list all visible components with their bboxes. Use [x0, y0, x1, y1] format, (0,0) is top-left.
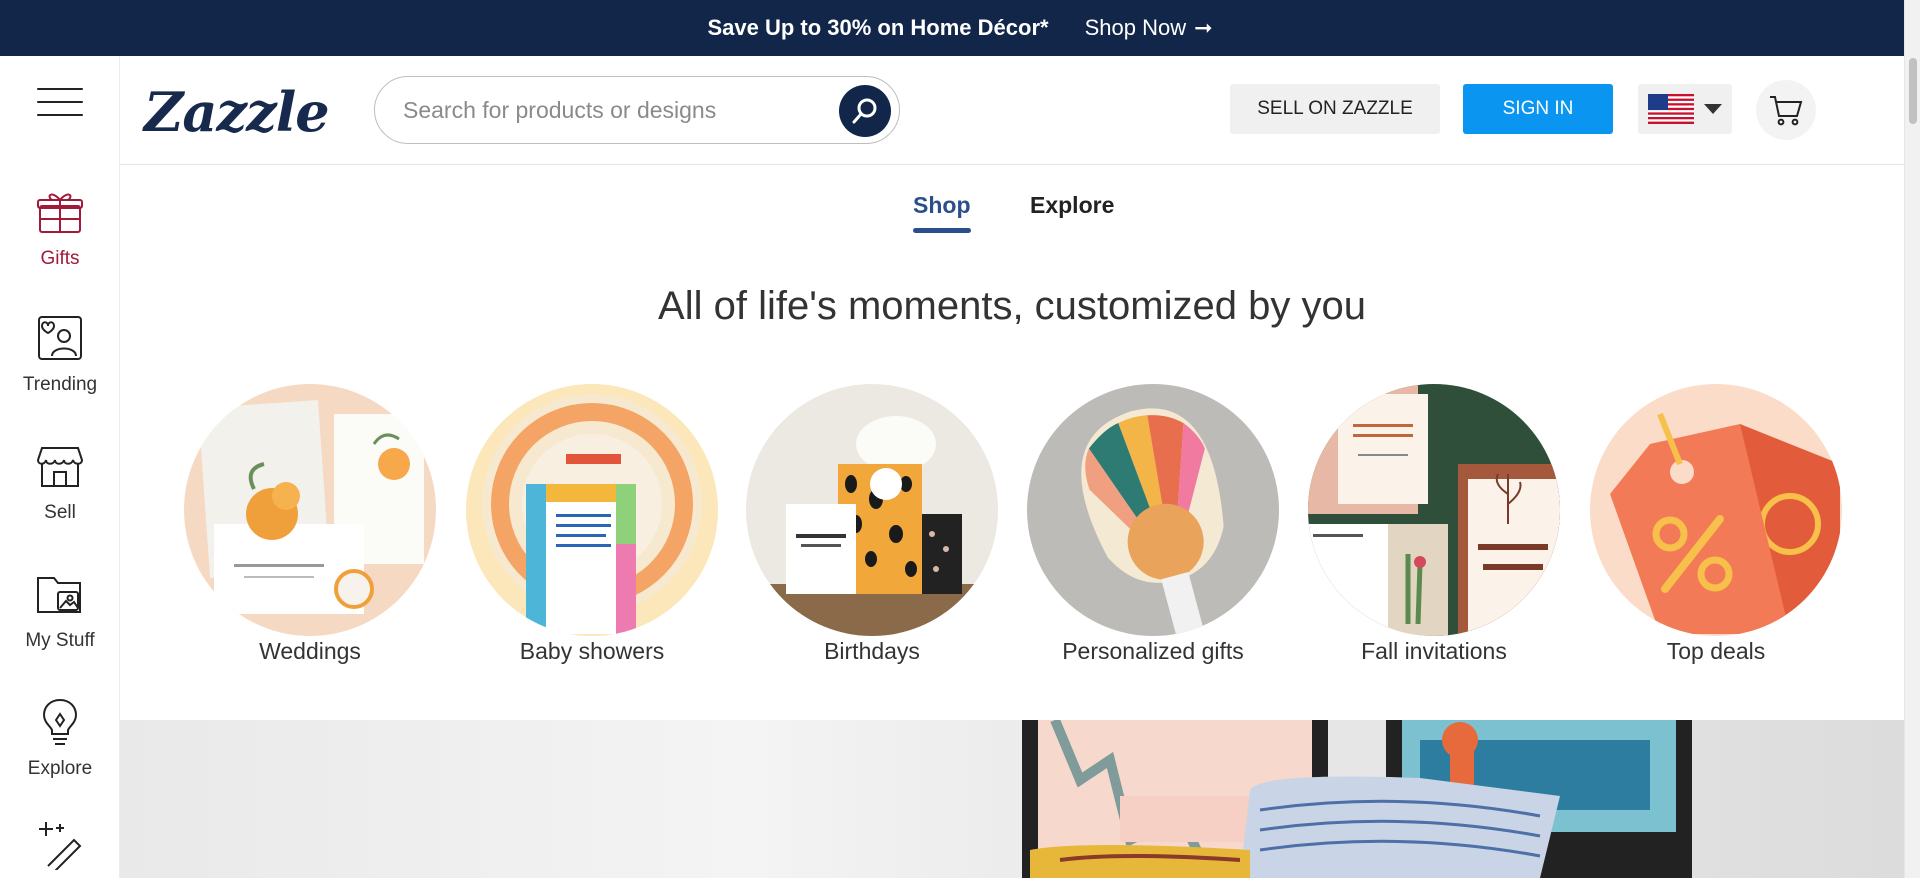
sidebar-item-label: Explore	[27, 758, 93, 779]
arrow-right-icon: ➞	[1194, 15, 1213, 40]
sidebar-item-label: Trending	[22, 374, 98, 395]
category-top-deals[interactable]: Top deals	[1590, 384, 1842, 665]
chevron-down-icon	[1704, 104, 1722, 114]
sidebar-item-explore[interactable]: Explore	[0, 696, 120, 806]
category-personalized-gifts[interactable]: Personalized gifts	[1027, 384, 1279, 665]
personalized-gifts-image	[1027, 384, 1279, 636]
category-weddings[interactable]: Weddings	[184, 384, 436, 665]
folder-icon	[37, 577, 81, 613]
menu-icon[interactable]	[37, 88, 83, 116]
page-scrollbar[interactable]	[1904, 0, 1920, 878]
tab-shop[interactable]: Shop	[913, 192, 971, 233]
baby-showers-image	[466, 384, 718, 636]
cart-button[interactable]	[1756, 80, 1816, 140]
shop-now-link[interactable]: Shop Now ➞	[1085, 15, 1213, 41]
category-label: Fall invitations	[1361, 638, 1507, 664]
category-label: Baby showers	[519, 638, 665, 664]
store-icon	[36, 447, 84, 487]
fall-invitations-image	[1308, 384, 1560, 636]
shop-now-label: Shop Now	[1084, 15, 1187, 40]
left-rail: Gifts Trending Sell My Stuff Explore	[0, 56, 120, 878]
active-tab-indicator	[913, 228, 971, 233]
search-button[interactable]	[839, 85, 891, 137]
zazzle-logo[interactable]: Zazzle	[144, 80, 330, 144]
weddings-image	[184, 384, 436, 636]
search-icon	[852, 98, 877, 124]
sidebar-item-trending[interactable]: Trending	[0, 312, 120, 422]
category-baby-showers[interactable]: Baby showers	[466, 384, 718, 665]
sidebar-item-sell[interactable]: Sell	[0, 440, 120, 550]
category-birthdays[interactable]: Birthdays	[746, 384, 998, 665]
lightbulb-icon	[42, 698, 78, 745]
birthdays-image	[746, 384, 998, 636]
sign-in-button[interactable]: SIGN IN	[1463, 84, 1613, 134]
sidebar-item-label: Sell	[44, 502, 76, 523]
gift-icon	[37, 193, 83, 233]
header-divider	[120, 164, 1904, 165]
sell-on-zazzle-button[interactable]: SELL ON ZAZZLE	[1230, 84, 1440, 134]
search-input[interactable]	[403, 96, 823, 124]
sidebar-item-label: My Stuff	[25, 630, 95, 651]
category-label: Top deals	[1666, 638, 1766, 664]
tab-explore[interactable]: Explore	[1030, 192, 1114, 219]
category-label: Weddings	[259, 638, 361, 664]
country-selector[interactable]	[1638, 84, 1732, 134]
page-headline: All of life's moments, customized by you	[658, 284, 1366, 328]
sidebar-item-gifts[interactable]: Gifts	[0, 186, 120, 296]
scrollbar-thumb[interactable]	[1909, 58, 1917, 124]
hero-image	[1022, 720, 1692, 878]
trending-icon	[38, 316, 82, 360]
sidebar-item-create[interactable]	[0, 818, 120, 878]
sidebar-item-my-stuff[interactable]: My Stuff	[0, 568, 120, 678]
category-label: Birthdays	[824, 638, 920, 664]
sidebar-item-label: Gifts	[40, 248, 80, 269]
search-bar	[374, 76, 900, 144]
cart-icon	[1770, 96, 1803, 126]
category-label: Personalized gifts	[1062, 638, 1244, 664]
promo-banner: Save Up to 30% on Home Décor* Shop Now ➞	[0, 0, 1920, 56]
tab-shop-label: Shop	[913, 192, 971, 218]
category-fall-invitations[interactable]: Fall invitations	[1308, 384, 1560, 665]
us-flag-icon	[1648, 94, 1694, 124]
hero-banner[interactable]	[120, 720, 1904, 878]
top-deals-image	[1590, 384, 1842, 636]
magic-pen-icon	[39, 822, 82, 870]
promo-text: Save Up to 30% on Home Décor*	[707, 15, 1049, 40]
tab-explore-label: Explore	[1030, 192, 1115, 218]
